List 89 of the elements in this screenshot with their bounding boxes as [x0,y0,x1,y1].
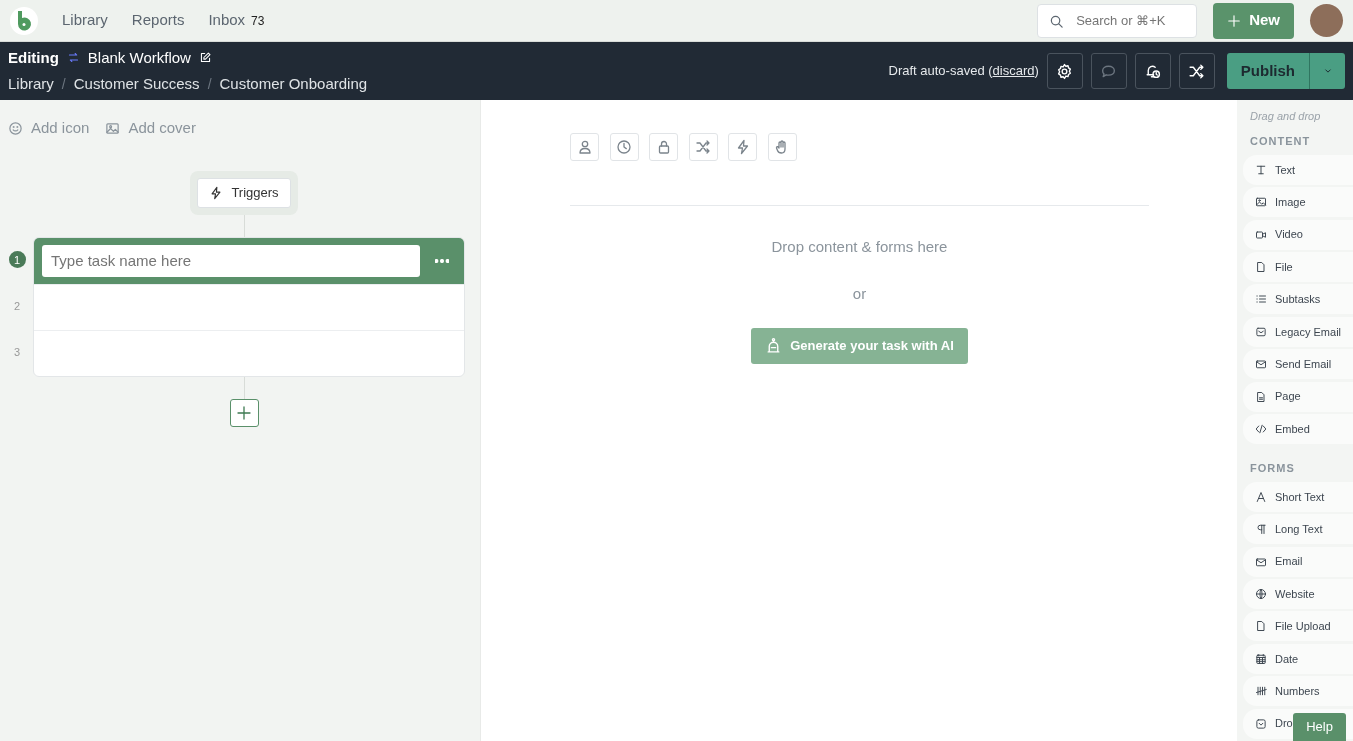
document-icon [1255,390,1267,403]
nav-link[interactable]: Inbox [208,9,246,32]
palette-item[interactable]: File Upload [1243,611,1353,642]
palette-item[interactable]: Legacy Email [1243,316,1353,347]
new-button[interactable]: New [1213,2,1294,39]
comment-icon[interactable] [1100,62,1118,80]
section-heading: CONTENT [1249,134,1312,150]
workflow-icon [66,51,80,65]
comment-button[interactable] [1090,53,1127,90]
palette-item[interactable]: File [1243,252,1353,283]
palette-item[interactable]: Numbers [1243,676,1353,707]
envelope-icon [1255,358,1267,371]
palette-item[interactable]: Short Text [1243,481,1353,512]
shuffle-button[interactable] [1178,53,1215,90]
tally-icon [1255,685,1267,698]
mail-icon [1255,325,1267,338]
inbox-count: 73 [251,12,265,30]
calendar-icon [1255,652,1267,665]
edit-icon[interactable] [198,51,212,65]
search-field[interactable]: Search or ⌘+K [1037,3,1198,38]
nav-link[interactable]: Reports [131,9,185,32]
assign-button[interactable] [570,132,599,161]
video-camera-icon [1255,228,1267,241]
permissions-button[interactable] [649,132,678,161]
palette-item[interactable]: Page [1243,381,1353,412]
plus-icon [1227,13,1242,28]
search-icon [1049,13,1065,29]
nav-link[interactable]: Library [62,9,108,32]
section-heading: FORMS [1249,461,1296,477]
palette-item[interactable]: Video [1243,219,1353,250]
palette-item[interactable]: Send Email [1243,349,1353,380]
breadcrumb-link[interactable]: Customer Success [73,73,200,96]
palette-item[interactable]: Website [1243,579,1353,610]
more-icon [435,258,449,263]
settings-icon[interactable] [1056,62,1074,80]
publish-button[interactable]: Publish [1226,53,1309,90]
discard-link[interactable]: discard [992,63,1035,79]
logo-icon[interactable] [10,6,38,35]
palette-item[interactable]: Subtasks [1243,284,1353,315]
or-label: or [852,284,867,305]
globe-icon [1255,588,1267,601]
shuffle-icon [695,138,711,155]
task-number: 1 [8,251,26,269]
add-task-button[interactable] [229,398,259,427]
file-icon [1255,261,1267,274]
palette-item[interactable]: Email [1243,546,1353,577]
task-number: 3 [12,344,22,360]
text-icon [1255,163,1267,176]
due-date-button[interactable] [609,132,639,161]
checkbox-icon [1255,717,1267,730]
settings-button[interactable] [1046,53,1083,90]
conditional-button[interactable] [688,132,718,161]
triggers-button[interactable]: Triggers [197,178,291,208]
avatar[interactable] [1310,4,1343,38]
drop-hint: Drop content & forms here [771,236,948,257]
publish-menu-button[interactable] [1309,53,1345,90]
list-icon [1255,293,1267,306]
stop-button[interactable] [767,132,797,161]
reminder-button[interactable] [1134,53,1171,90]
letter-icon [1255,490,1267,503]
task-row[interactable]: Type task name here [34,237,464,284]
help-button[interactable]: Help [1293,713,1346,741]
breadcrumb-link[interactable]: Customer Onboarding [219,73,368,96]
task-number: 2 [12,298,22,314]
palette-item[interactable]: Embed [1243,414,1353,444]
mode-label: Editing [8,47,59,68]
breadcrumb-separator: / [207,74,212,94]
file-icon [1255,620,1267,633]
automation-button[interactable] [728,132,757,161]
breadcrumb-separator: / [61,74,66,94]
smile-icon [8,120,23,136]
image-icon [1255,196,1267,209]
workflow-title: Blank Workflow [87,47,191,68]
drag-hint: Drag and drop [1249,108,1322,124]
palette-item[interactable]: Text [1243,154,1353,185]
user-icon [576,138,593,155]
code-icon [1255,423,1267,435]
palette-item[interactable]: Long Text [1243,514,1353,545]
paragraph-icon [1255,523,1267,536]
image-icon [105,120,121,136]
shuffle-icon[interactable] [1188,62,1206,80]
clock-icon [616,138,632,155]
save-status: Draft auto-saved (discard) [888,62,1039,81]
envelope-icon [1255,555,1267,568]
palette-item[interactable]: Date [1243,643,1353,674]
task-name-input[interactable]: Type task name here [42,244,420,277]
palette-item[interactable]: Image [1243,187,1353,218]
breadcrumb-link[interactable]: Library [8,73,54,96]
plus-icon [236,404,252,421]
